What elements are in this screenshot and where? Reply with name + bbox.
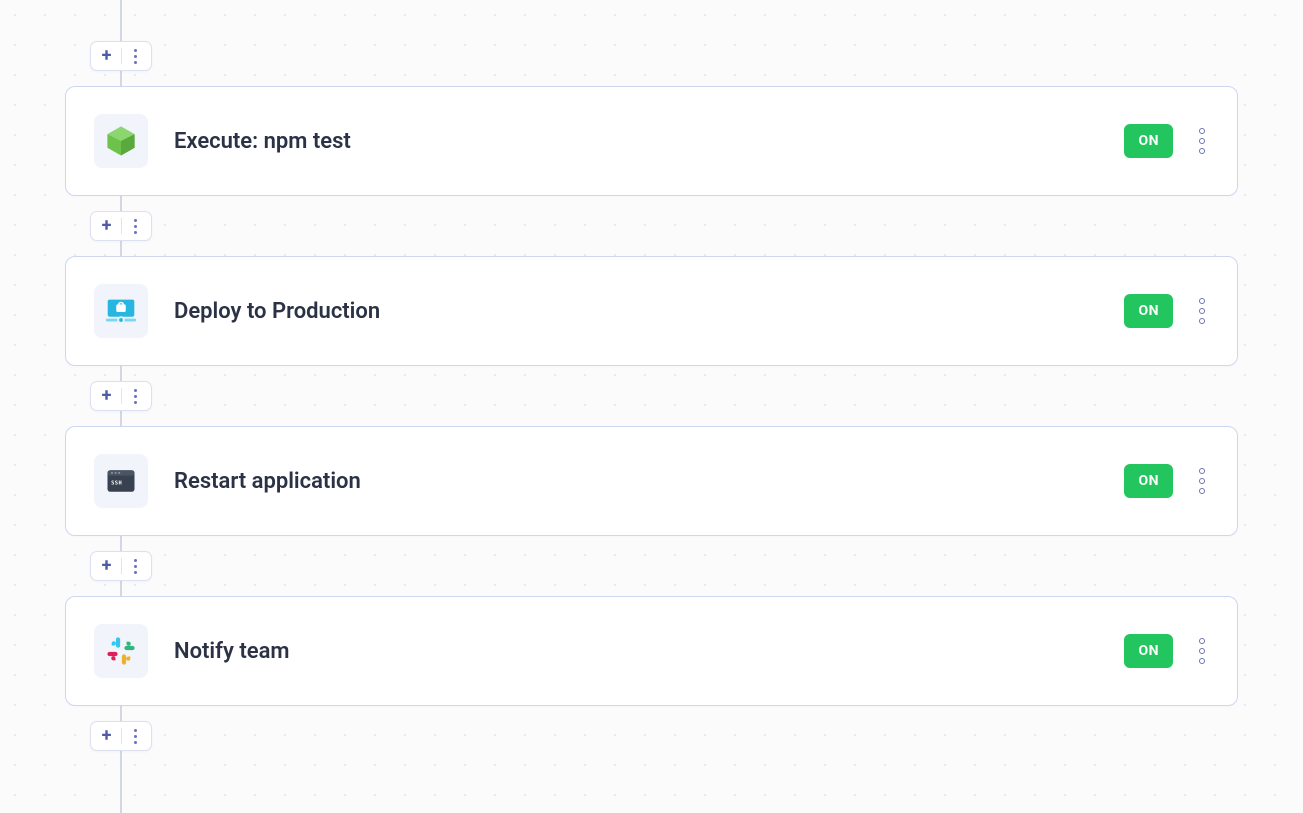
add-step-button[interactable]: + (93, 727, 121, 745)
between-menu-button[interactable] (122, 219, 150, 234)
sftp-icon (94, 284, 148, 338)
step-title: Restart application (174, 469, 1124, 494)
step-title: Execute: npm test (174, 129, 1124, 154)
slack-icon (94, 624, 148, 678)
svg-text:SSH: SSH (111, 481, 122, 487)
between-controls-3: + (90, 551, 152, 581)
between-controls-4: + (90, 721, 152, 751)
pipeline-step[interactable]: Execute: npm testON (65, 86, 1238, 196)
step-enabled-toggle[interactable]: ON (1124, 634, 1173, 668)
ssh-icon: SSH (94, 454, 148, 508)
step-menu-button[interactable] (1195, 464, 1209, 498)
pipeline-canvas: +Execute: npm testON+Deploy to Productio… (0, 0, 1303, 813)
step-title: Deploy to Production (174, 299, 1124, 324)
add-step-button[interactable]: + (93, 387, 121, 405)
step-menu-button[interactable] (1195, 634, 1209, 668)
between-menu-button[interactable] (122, 389, 150, 404)
step-menu-button[interactable] (1195, 294, 1209, 328)
between-controls-1: + (90, 211, 152, 241)
between-menu-button[interactable] (122, 49, 150, 64)
step-enabled-toggle[interactable]: ON (1124, 124, 1173, 158)
node-icon (94, 114, 148, 168)
between-menu-button[interactable] (122, 729, 150, 744)
add-step-button[interactable]: + (93, 217, 121, 235)
between-menu-button[interactable] (122, 559, 150, 574)
pipeline-step[interactable]: Deploy to ProductionON (65, 256, 1238, 366)
add-step-button[interactable]: + (93, 47, 121, 65)
step-enabled-toggle[interactable]: ON (1124, 294, 1173, 328)
between-controls-2: + (90, 381, 152, 411)
pipeline-step[interactable]: SSH Restart applicationON (65, 426, 1238, 536)
step-enabled-toggle[interactable]: ON (1124, 464, 1173, 498)
step-menu-button[interactable] (1195, 124, 1209, 158)
add-step-button[interactable]: + (93, 557, 121, 575)
step-title: Notify team (174, 639, 1124, 664)
pipeline-step[interactable]: Notify teamON (65, 596, 1238, 706)
between-controls-0: + (90, 41, 152, 71)
